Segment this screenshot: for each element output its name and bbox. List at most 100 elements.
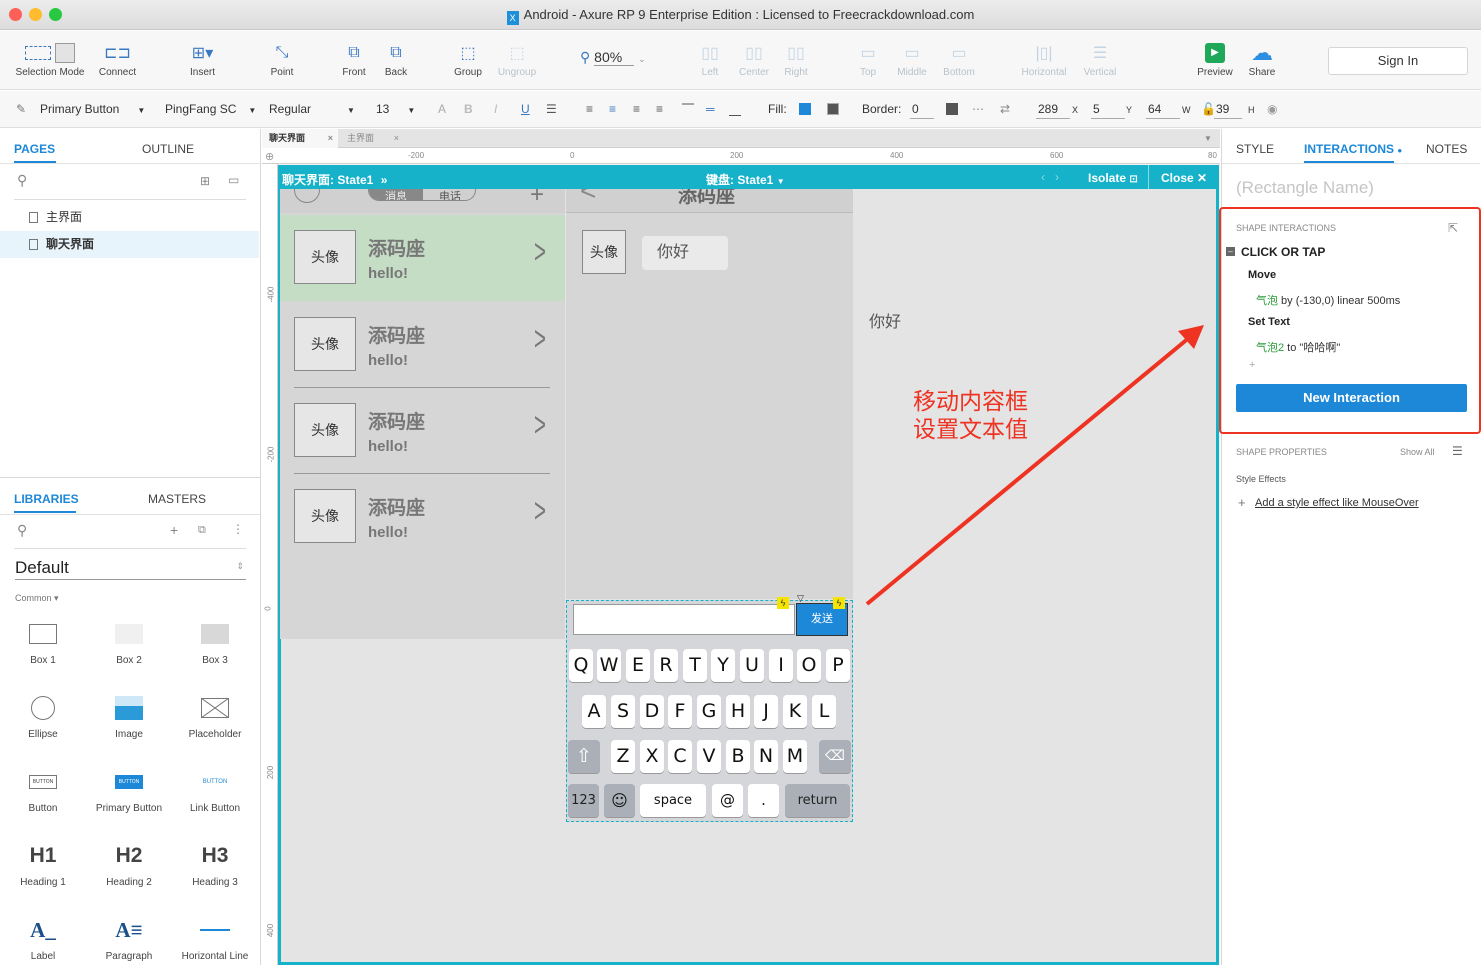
widget-box1[interactable]: Box 1	[0, 619, 86, 666]
chat-bubble[interactable]: 你好	[642, 236, 728, 270]
add-page-icon[interactable]: ⊞	[200, 174, 210, 188]
key-e[interactable]: E	[626, 649, 650, 682]
key-return[interactable]: return	[785, 784, 850, 817]
key-z[interactable]: Z	[611, 740, 635, 773]
key-a[interactable]: A	[582, 695, 606, 728]
add-action-icon[interactable]: +	[1249, 359, 1255, 371]
border-color-swatch[interactable]	[946, 103, 958, 115]
key-f[interactable]: F	[668, 695, 692, 728]
menu-icon[interactable]: ☰	[1452, 444, 1463, 458]
key-i[interactable]: I	[769, 649, 793, 682]
widget-button[interactable]: BUTTON Button	[0, 767, 86, 814]
key-p[interactable]: P	[826, 649, 850, 682]
user-avatar-icon[interactable]	[294, 189, 320, 203]
key-space[interactable]: space	[640, 784, 706, 817]
action-move-detail[interactable]: 气泡 by (-130,0) linear 500ms	[1256, 292, 1400, 308]
key-q[interactable]: Q	[569, 649, 593, 682]
key-w[interactable]: W	[597, 649, 621, 682]
library-options-icon[interactable]: ⧉	[198, 524, 206, 537]
underline-icon[interactable]: U	[521, 102, 530, 116]
tab-phone[interactable]: 电话	[423, 189, 475, 200]
y-input[interactable]: 5	[1091, 102, 1125, 119]
widget-label[interactable]: A_ Label	[0, 915, 86, 963]
key-c[interactable]: C	[668, 740, 692, 773]
widget-heading3[interactable]: H3 Heading 3	[172, 841, 258, 888]
valign-bottom-icon[interactable]: ⎽	[729, 102, 741, 117]
tab-menu-icon[interactable]: ▼	[1204, 134, 1212, 143]
align-middle-button[interactable]: ▭ Middle	[892, 39, 932, 78]
page-item-main[interactable]: 主界面	[0, 204, 259, 231]
align-text-left-icon[interactable]: ≡	[586, 102, 593, 116]
height-input[interactable]: 39	[1214, 102, 1242, 119]
tab-messages[interactable]: 消息	[369, 189, 423, 200]
message-input[interactable]	[573, 604, 795, 635]
action-move[interactable]: Move	[1248, 269, 1276, 281]
list-item[interactable]: 头像 添码座 hello! >	[280, 474, 565, 560]
more-icon[interactable]: ⋮	[232, 522, 244, 536]
x-input[interactable]: 289	[1036, 102, 1070, 119]
align-center-button[interactable]: ▯▯ Center	[734, 39, 774, 78]
font-color-icon[interactable]: A	[438, 102, 446, 116]
shape-name-input[interactable]: (Rectangle Name)	[1236, 178, 1374, 198]
key-u[interactable]: U	[740, 649, 764, 682]
tab-outline[interactable]: OUTLINE	[142, 142, 194, 156]
valign-middle-icon[interactable]: ═	[706, 102, 715, 116]
msg-phone-toggle[interactable]: 消息 电话	[368, 189, 476, 201]
key-v[interactable]: V	[697, 740, 721, 773]
preview-button[interactable]: ▶ Preview	[1194, 39, 1236, 78]
new-interaction-button[interactable]: New Interaction	[1236, 384, 1467, 412]
library-group[interactable]: Common ▾	[15, 593, 59, 604]
key-d[interactable]: D	[640, 695, 664, 728]
share-button[interactable]: ☁ Share	[1242, 39, 1282, 78]
widget-primary-button[interactable]: BUTTON Primary Button	[86, 767, 172, 814]
key-g[interactable]: G	[697, 695, 721, 728]
keyboard-state-selector[interactable]: 键盘: State1 ▼	[706, 171, 785, 188]
key-n[interactable]: N	[754, 740, 778, 773]
align-text-right-icon[interactable]: ≡	[633, 102, 640, 116]
back-chevron-icon[interactable]: <	[580, 189, 596, 207]
align-top-button[interactable]: ▭ Top	[850, 39, 886, 78]
zoom-select[interactable]: ⚲ 80% ⌄	[580, 49, 646, 66]
search-icon[interactable]: ⚲	[17, 172, 27, 189]
distribute-vertical-button[interactable]: ☰ Vertical	[1078, 39, 1122, 78]
key-dot[interactable]: .	[748, 784, 779, 817]
widget-box3[interactable]: Box 3	[172, 619, 258, 666]
key-b[interactable]: B	[726, 740, 750, 773]
key-s[interactable]: S	[611, 695, 635, 728]
show-all-link[interactable]: Show All	[1400, 447, 1435, 457]
border-width-input[interactable]: 0	[910, 102, 934, 119]
list-item[interactable]: 头像 添码座 hello! >	[280, 215, 565, 301]
widget-placeholder[interactable]: Placeholder	[172, 693, 258, 740]
italic-icon[interactable]: I	[494, 102, 497, 116]
action-set-text[interactable]: Set Text	[1248, 316, 1290, 328]
shift-key-icon[interactable]: ⇧	[568, 740, 600, 773]
emoji-key-icon[interactable]: ☺	[604, 784, 635, 817]
distribute-horizontal-button[interactable]: |▯| Horizontal	[1018, 39, 1070, 78]
key-at[interactable]: @	[712, 784, 743, 817]
key-l[interactable]: L	[812, 695, 836, 728]
point-button[interactable]: ⤡ Point	[262, 39, 302, 78]
backspace-key-icon[interactable]: ⌫	[819, 740, 851, 773]
bullet-list-icon[interactable]: ☰	[546, 102, 557, 116]
key-123[interactable]: 123	[568, 784, 599, 817]
fill-color-swatch[interactable]	[799, 103, 811, 115]
selection-mode-button[interactable]: Selection Mode	[10, 39, 90, 78]
add-style-effect-link[interactable]: Add a style effect like MouseOver	[1255, 497, 1419, 509]
left-state-selector[interactable]: 聊天界面: State1 »	[282, 171, 387, 188]
key-h[interactable]: H	[726, 695, 750, 728]
ungroup-button[interactable]: ⬚ Ungroup	[494, 39, 540, 78]
align-right-button[interactable]: ▯▯ Right	[778, 39, 814, 78]
visibility-eye-icon[interactable]: ◉	[1267, 102, 1277, 116]
expand-icon[interactable]: ⇱	[1448, 221, 1458, 235]
rotation-handle-icon[interactable]: ▽	[797, 593, 804, 604]
search-icon[interactable]: ⚲	[17, 522, 27, 539]
tab-libraries[interactable]: LIBRARIES	[14, 492, 79, 506]
key-x[interactable]: X	[640, 740, 664, 773]
tab-interactions[interactable]: INTERACTIONS ●	[1304, 142, 1402, 156]
font-weight-select[interactable]: Regular ▼	[269, 102, 355, 116]
arrow-style-icon[interactable]: ⇄	[1000, 102, 1010, 116]
front-button[interactable]: ⧉ Front	[336, 39, 372, 78]
key-r[interactable]: R	[654, 649, 678, 682]
tab-masters[interactable]: MASTERS	[148, 492, 206, 506]
list-item[interactable]: 头像 添码座 hello! >	[280, 302, 565, 388]
